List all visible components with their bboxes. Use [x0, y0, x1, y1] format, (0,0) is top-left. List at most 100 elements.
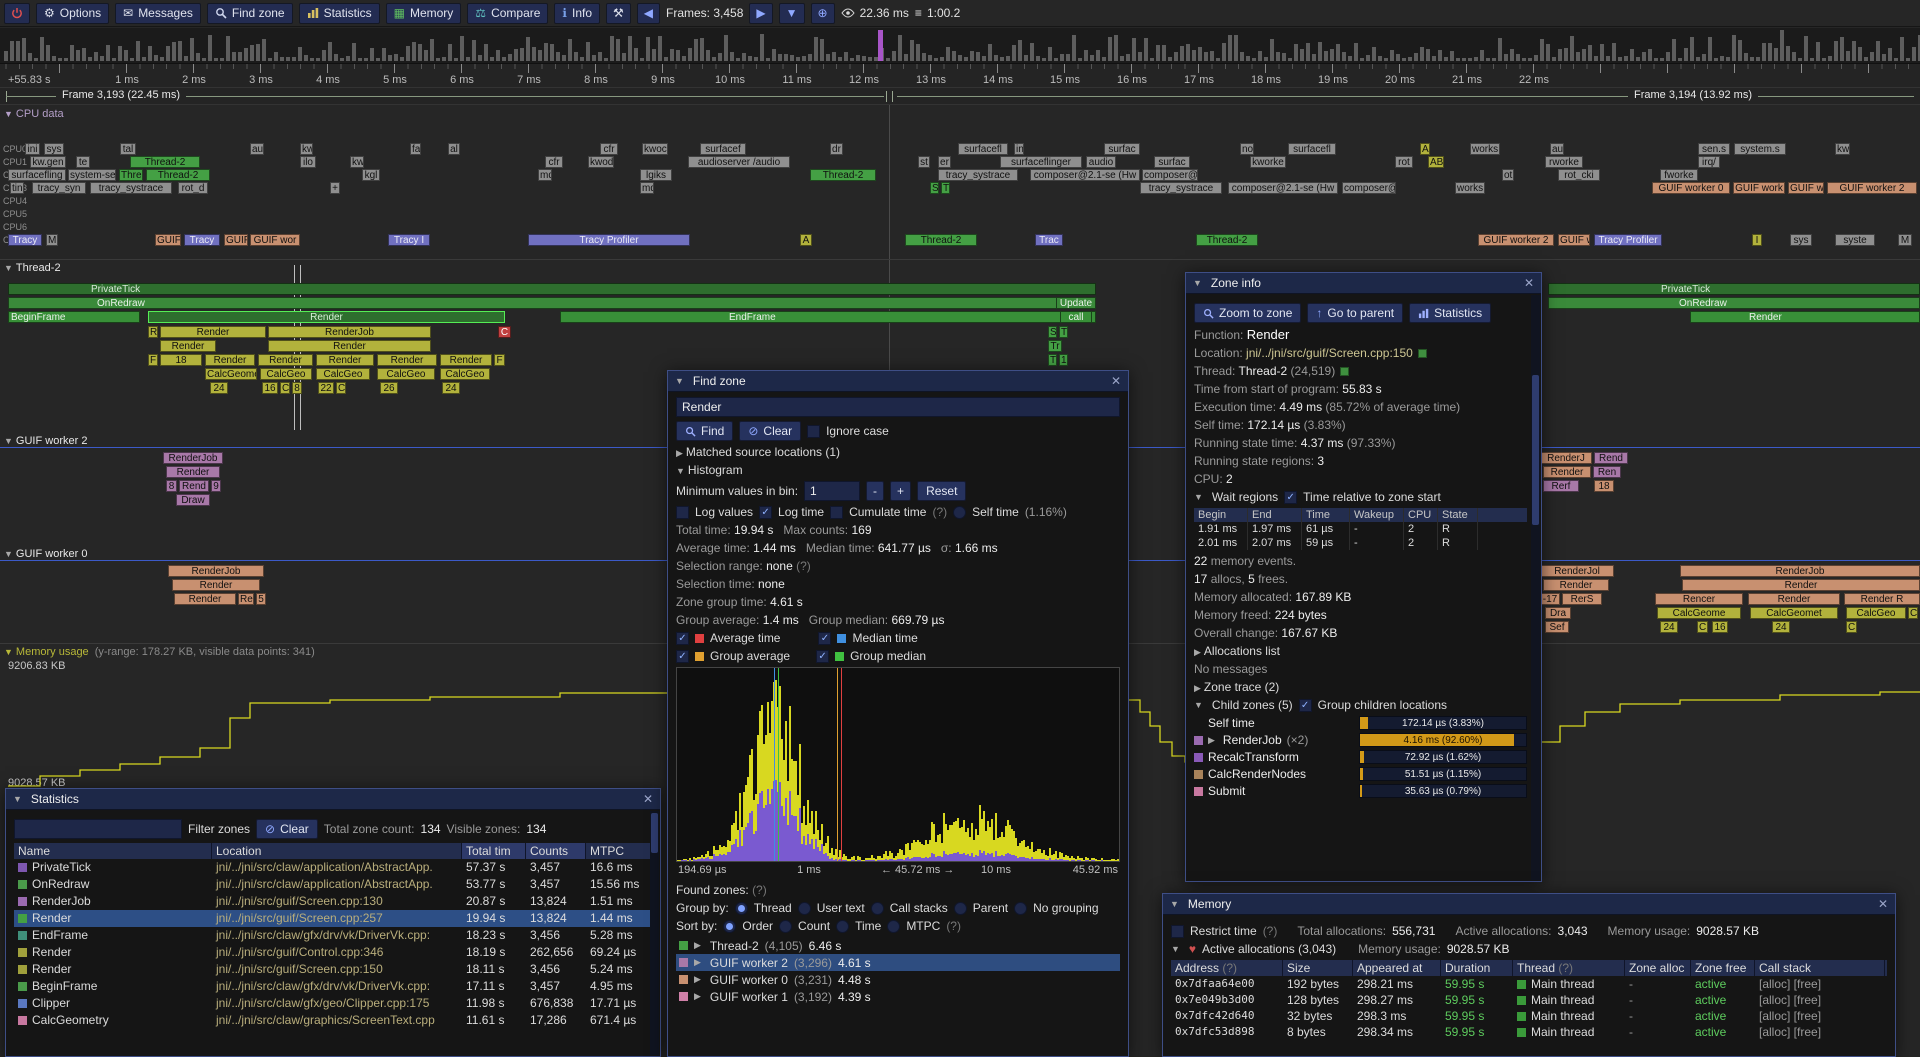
timeline-zone[interactable]: RerS: [1562, 593, 1602, 605]
zoom-to-zone-button[interactable]: Zoom to zone: [1194, 303, 1301, 323]
table-row[interactable]: CalcGeometryjni/../jni/src/claw/graphics…: [14, 1012, 652, 1029]
timeline-zone[interactable]: EndFrame: [560, 311, 1096, 323]
timeline-zone[interactable]: C: [1697, 621, 1708, 633]
timeline-zone[interactable]: Rencer: [1655, 593, 1743, 605]
timeline-zone[interactable]: AB: [1428, 156, 1444, 168]
timeline-zone[interactable]: kw: [1835, 143, 1850, 155]
guif-worker0-header[interactable]: ▼GUIF worker 0: [4, 548, 87, 560]
group-none-radio[interactable]: [1014, 902, 1027, 915]
timeline-zone[interactable]: Thread-2: [905, 234, 977, 246]
timeline-zone[interactable]: Tr: [1048, 340, 1062, 352]
timeline-zone[interactable]: GUIF w: [1558, 234, 1590, 246]
timeline-zone[interactable]: Render: [148, 311, 505, 323]
timeline-zone[interactable]: Update: [1056, 297, 1096, 309]
group-thread-radio[interactable]: [735, 902, 748, 915]
timeline-zone[interactable]: Thread-2: [146, 169, 210, 181]
timeline-zone[interactable]: sen.s: [1698, 143, 1730, 155]
timeline-zone[interactable]: 26: [380, 382, 398, 394]
timeline-zone[interactable]: md: [640, 182, 654, 194]
child-zone-row[interactable]: CalcRenderNodes 51.51 µs (1.15%): [1194, 767, 1527, 781]
timeline-zone[interactable]: M: [46, 234, 58, 246]
timeline-zone[interactable]: T: [1059, 326, 1068, 338]
timeline-zone[interactable]: Render: [166, 466, 220, 478]
table-row[interactable]: Renderjni/../jni/src/guif/Control.cpp:34…: [14, 944, 652, 961]
timeline-zone[interactable]: surfaceflinger: [1000, 156, 1082, 168]
frame-label-right[interactable]: Frame 3,194 (13.92 ms): [1628, 89, 1758, 101]
timeline-zone[interactable]: Render: [268, 340, 431, 352]
column-appeared-at[interactable]: Appeared at: [1353, 960, 1441, 976]
timeline-zone[interactable]: GUIF w: [1788, 182, 1824, 194]
timeline-zone[interactable]: PrivateTick: [8, 283, 1096, 295]
timeline-zone[interactable]: surfacefling: [8, 169, 66, 181]
statistics-button[interactable]: Statistics: [299, 3, 380, 24]
timeline-zone[interactable]: rot_cki: [1558, 169, 1600, 181]
timeline-zone[interactable]: Tracy Profiler: [528, 234, 690, 246]
filter-zones-input[interactable]: [14, 819, 182, 839]
column-zone-alloc[interactable]: Zone alloc: [1625, 960, 1691, 976]
table-row[interactable]: RenderJobjni/../jni/src/guif/Screen.cpp:…: [14, 893, 652, 910]
reset-button[interactable]: Reset: [917, 481, 966, 501]
column-mtpc[interactable]: MTPC: [586, 843, 656, 859]
help-icon[interactable]: (?): [1263, 924, 1278, 938]
scrollbar[interactable]: [1531, 295, 1540, 880]
timeline-zone[interactable]: tracy_systrace: [938, 169, 1018, 181]
column-duration[interactable]: Duration: [1441, 960, 1513, 976]
clear-filter-button[interactable]: ⊘Clear: [256, 819, 318, 839]
table-row[interactable]: PrivateTickjni/../jni/src/claw/applicati…: [14, 859, 652, 876]
timeline-zone[interactable]: CalcGeo: [440, 368, 490, 380]
min-bin-increment-button[interactable]: +: [890, 481, 911, 501]
location-value[interactable]: jni/../jni/src/guif/Screen.cpp:150: [1246, 346, 1413, 360]
close-icon[interactable]: ✕: [1524, 276, 1534, 290]
timeline-zone[interactable]: A: [1420, 143, 1430, 155]
timeline-zone[interactable]: RenderJob: [163, 452, 223, 464]
timeline-zone[interactable]: 18: [160, 354, 202, 366]
thread2-header[interactable]: ▼Thread-2: [4, 262, 61, 274]
timeline-zone[interactable]: au: [1550, 143, 1564, 155]
wait-table-row[interactable]: 1.91 ms1.97 ms61 µs-2R: [1194, 522, 1527, 536]
allocation-row[interactable]: 0x7dfc53d8988 bytes298.34 ms59.95 sMain …: [1171, 1024, 1887, 1040]
timeline-zone[interactable]: PrivateTick: [1548, 283, 1920, 295]
timeline-zone[interactable]: Thread-2: [810, 169, 876, 181]
timeline-zone[interactable]: Render: [1748, 593, 1840, 605]
timeline-zone[interactable]: rworke: [1545, 156, 1583, 168]
timeline-zone[interactable]: Rend: [179, 480, 209, 492]
scrollbar[interactable]: [650, 811, 659, 1055]
child-zone-row[interactable]: Submit 35.63 µs (0.79%): [1194, 784, 1527, 798]
timeline-zone[interactable]: GUIF work: [1733, 182, 1785, 194]
timeline-zone[interactable]: call: [1060, 311, 1092, 323]
tools-button[interactable]: ⚒: [606, 3, 631, 24]
allocation-row[interactable]: 0x7e049b3d00128 bytes298.27 ms59.95 sMai…: [1171, 992, 1887, 1008]
log-time-checkbox[interactable]: ✓: [759, 506, 772, 519]
timeline-zone[interactable]: CalcGeo: [377, 368, 435, 380]
median-time-checkbox[interactable]: ✓: [818, 632, 831, 645]
log-values-checkbox[interactable]: [676, 506, 689, 519]
timeline-zone[interactable]: kw: [350, 156, 364, 168]
timeline-zone[interactable]: RenderJob: [268, 326, 431, 338]
timeline-zone[interactable]: ini: [25, 143, 40, 155]
zone-group-row[interactable]: ▶GUIF worker 1(3,192)4.39 s: [676, 988, 1120, 1005]
cumulate-time-checkbox[interactable]: [830, 506, 843, 519]
timeline-zone[interactable]: T: [1048, 354, 1057, 366]
timeline-zone[interactable]: Render: [258, 354, 313, 366]
zone-group-row-selected[interactable]: ▶GUIF worker 2(3,296)4.61 s: [676, 954, 1120, 971]
timeline-zone[interactable]: Render R: [1844, 593, 1920, 605]
relative-time-checkbox[interactable]: ✓: [1284, 491, 1297, 504]
help-icon[interactable]: (?): [946, 919, 961, 933]
timeline-zone[interactable]: tracy_syn: [32, 182, 86, 194]
timeline-zone[interactable]: 1: [1059, 354, 1068, 366]
group-median-checkbox[interactable]: ✓: [816, 650, 829, 663]
timeline-zone[interactable]: Tracy: [184, 234, 220, 246]
restrict-time-checkbox[interactable]: [1171, 925, 1184, 938]
timeline-zone[interactable]: rot: [1395, 156, 1413, 168]
timeline-zone[interactable]: works: [1470, 143, 1500, 155]
timeline-zone[interactable]: Render: [174, 593, 236, 605]
child-zone-row[interactable]: RecalcTransform 72.92 µs (1.62%): [1194, 750, 1527, 764]
group-average-checkbox[interactable]: ✓: [676, 650, 689, 663]
timeline-zone[interactable]: 9: [211, 480, 221, 492]
timeline-zone[interactable]: audio: [1086, 156, 1116, 168]
goto-frame-button[interactable]: ⊕: [811, 3, 835, 24]
histogram-collapser[interactable]: ▼Histogram: [676, 463, 1120, 477]
go-to-parent-button[interactable]: ↑Go to parent: [1307, 303, 1403, 323]
column-counts[interactable]: Counts: [526, 843, 586, 859]
table-row[interactable]: BeginFramejni/../jni/src/claw/gfx/drv/vk…: [14, 978, 652, 995]
